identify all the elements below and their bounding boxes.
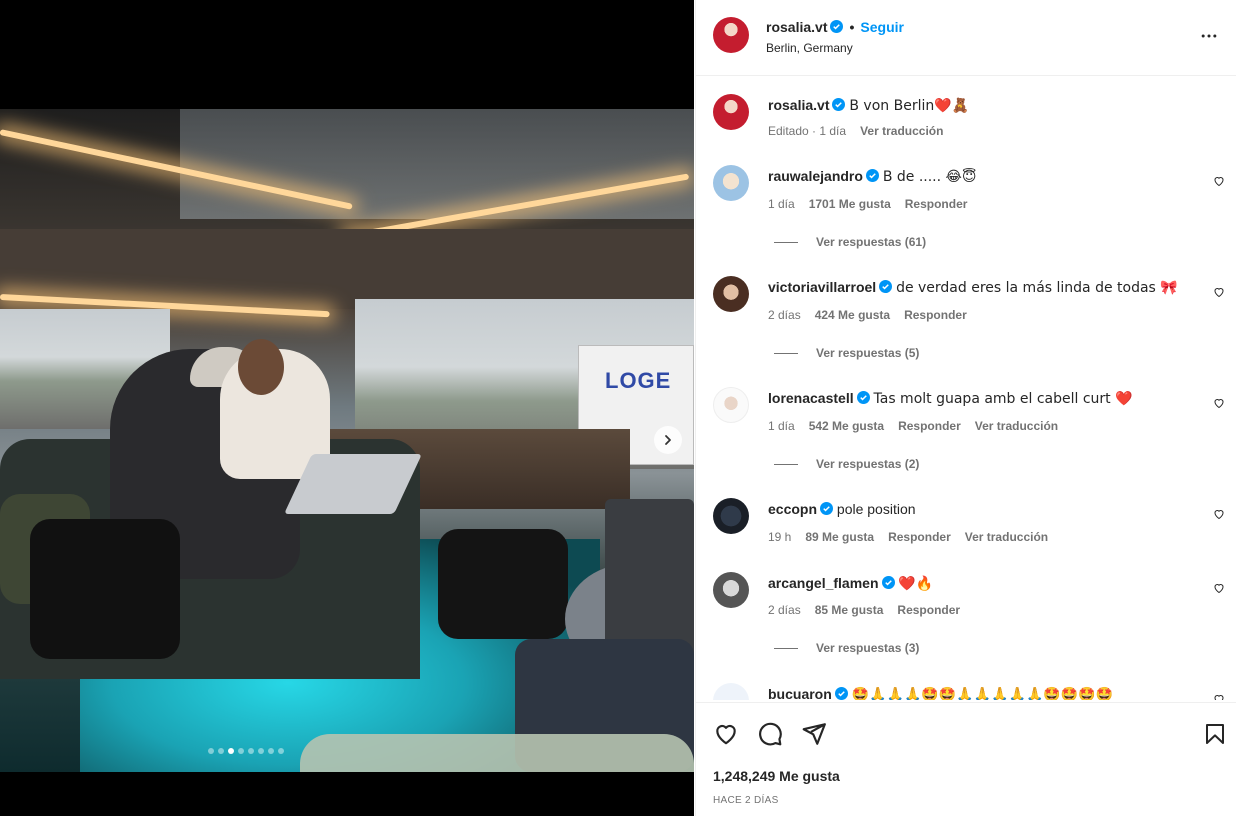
reply-button[interactable]: Responder	[898, 419, 961, 433]
commenter-avatar[interactable]	[713, 498, 749, 534]
comment-text: 🤩🙏🙏🙏🤩🤩🙏🙏🙏🙏🙏🤩🤩🤩🤩	[851, 687, 1114, 700]
post-media: LOGE	[0, 0, 694, 816]
caption-text: B von Berlin❤️🧸	[849, 98, 970, 114]
translate-link[interactable]: Ver traducción	[975, 419, 1058, 433]
comment-time[interactable]: 2 días	[768, 308, 801, 322]
comment-heart-icon[interactable]	[1213, 693, 1225, 700]
bookmark-icon[interactable]	[1203, 721, 1227, 747]
comment-heart-icon[interactable]	[1213, 397, 1225, 409]
comment-username[interactable]: eccopn	[768, 501, 817, 517]
carousel-dot	[268, 748, 274, 754]
view-replies-button[interactable]: Ver respuestas (3)	[774, 641, 919, 655]
translate-link[interactable]: Ver traducción	[860, 124, 943, 138]
reply-button[interactable]: Responder	[897, 603, 960, 617]
post-actions: 1,248,249 Me gusta HACE 2 DÍAS	[696, 702, 1236, 816]
comment-time[interactable]: 19 h	[768, 530, 791, 544]
comment-likes[interactable]: 89 Me gusta	[805, 530, 874, 544]
comment-text: B de ..... 😂😇	[882, 169, 977, 185]
commenter-avatar[interactable]	[713, 572, 749, 608]
carousel-dot	[258, 748, 264, 754]
comment-heart-icon[interactable]	[1213, 582, 1225, 594]
commenter-avatar[interactable]	[713, 276, 749, 312]
comment-text: ❤️🔥	[898, 576, 934, 592]
heart-icon[interactable]	[713, 721, 739, 747]
comment-likes[interactable]: 542 Me gusta	[809, 419, 884, 433]
post-time[interactable]: HACE 2 DÍAS	[713, 795, 779, 806]
carousel-dot	[278, 748, 284, 754]
comments-list[interactable]: rosalia.vt B von Berlin❤️🧸 Editado · 1 d…	[696, 77, 1236, 700]
comment-likes[interactable]: 85 Me gusta	[815, 603, 884, 617]
verified-badge-icon	[865, 169, 879, 182]
verified-badge-icon	[879, 280, 893, 293]
carousel-dot	[248, 748, 254, 754]
commenter-avatar[interactable]	[713, 683, 749, 700]
reply-button[interactable]: Responder	[904, 308, 967, 322]
next-slide-button[interactable]	[654, 426, 682, 454]
comment-username[interactable]: bucuaron	[768, 686, 832, 700]
verified-badge-icon	[881, 576, 895, 589]
comment-likes[interactable]: 424 Me gusta	[815, 308, 890, 322]
comment-icon[interactable]	[757, 721, 783, 747]
comment-likes[interactable]: 1701 Me gusta	[809, 197, 891, 211]
chevron-right-icon	[665, 435, 671, 445]
carousel-dot	[218, 748, 224, 754]
caption-username[interactable]: rosalia.vt	[768, 97, 829, 113]
comment-time[interactable]: 1 día	[768, 419, 795, 433]
carousel-indicator	[208, 748, 284, 754]
comment-time[interactable]: 2 días	[768, 603, 801, 617]
comment-username[interactable]: lorenacastell	[768, 390, 854, 406]
comment-username[interactable]: victoriavillarroel	[768, 279, 876, 295]
share-icon[interactable]	[801, 721, 827, 747]
comment-time[interactable]: 1 día	[768, 197, 795, 211]
view-replies-button[interactable]: Ver respuestas (2)	[774, 457, 919, 471]
reply-button[interactable]: Responder	[905, 197, 968, 211]
translate-link[interactable]: Ver traducción	[965, 530, 1048, 544]
caption-edited: Editado	[768, 124, 809, 138]
post-photo: LOGE	[0, 109, 694, 772]
post-location[interactable]: Berlin, Germany	[766, 41, 853, 55]
comment-text: de verdad eres la más linda de todas 🎀	[896, 280, 1178, 296]
comment-heart-icon[interactable]	[1213, 508, 1225, 520]
verified-badge-icon	[820, 502, 834, 515]
verified-badge-icon	[856, 391, 870, 404]
reply-button[interactable]: Responder	[888, 530, 951, 544]
author-avatar[interactable]	[713, 17, 749, 53]
view-replies-button[interactable]: Ver respuestas (61)	[774, 235, 926, 249]
post-header: rosalia.vt • Seguir Berlin, Germany	[696, 0, 1236, 76]
commenter-avatar[interactable]	[713, 387, 749, 423]
author-username[interactable]: rosalia.vt	[766, 19, 827, 35]
author-avatar[interactable]	[713, 94, 749, 130]
follow-button[interactable]: Seguir	[860, 19, 904, 35]
comment-username[interactable]: rauwalejandro	[768, 168, 863, 184]
comment-heart-icon[interactable]	[1213, 286, 1225, 298]
verified-badge-icon	[832, 98, 846, 111]
more-options-icon[interactable]	[1199, 26, 1219, 46]
comment-text: Tas molt guapa amb el cabell curt ❤️	[873, 391, 1133, 407]
comment-heart-icon[interactable]	[1213, 175, 1225, 187]
view-replies-button[interactable]: Ver respuestas (5)	[774, 346, 919, 360]
carousel-dot	[228, 748, 234, 754]
verified-badge-icon	[830, 20, 844, 33]
post-sidebar: rosalia.vt • Seguir Berlin, Germany rosali…	[695, 0, 1236, 816]
caption-time: 1 día	[819, 124, 847, 138]
verified-badge-icon	[834, 687, 848, 700]
comment-username[interactable]: arcangel_flamen	[768, 575, 879, 591]
truck-logo-text: LOGE	[605, 368, 672, 393]
carousel-dot	[238, 748, 244, 754]
like-count[interactable]: 1,248,249 Me gusta	[713, 768, 840, 784]
carousel-dot	[208, 748, 214, 754]
comment-text: pole position	[836, 501, 916, 517]
commenter-avatar[interactable]	[713, 165, 749, 201]
